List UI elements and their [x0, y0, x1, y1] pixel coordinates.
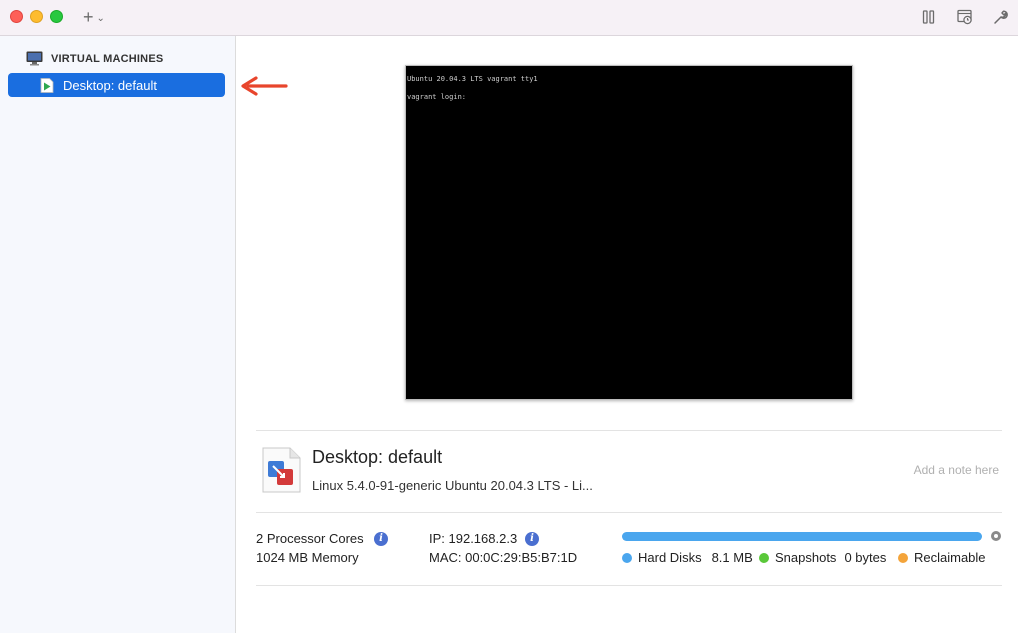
wrench-icon[interactable]: [991, 8, 1009, 26]
sidebar-item-desktop-default[interactable]: Desktop: default: [8, 73, 225, 97]
reclaimable-label: Reclaimable: [914, 550, 986, 565]
vm-os-description: Linux 5.4.0-91-generic Ubuntu 20.04.3 LT…: [312, 478, 593, 493]
pause-icon[interactable]: [920, 8, 938, 26]
close-window-button[interactable]: [10, 10, 23, 23]
console-line: vagrant login:: [407, 93, 467, 101]
divider: [256, 430, 1002, 431]
cpu-info-icon[interactable]: i: [374, 532, 388, 546]
vm-name: Desktop: default: [312, 447, 443, 467]
divider: [256, 585, 1002, 586]
storage-settings-icon[interactable]: [991, 531, 1001, 541]
window-titlebar: + ⌄: [0, 0, 1018, 36]
snapshot-icon[interactable]: [956, 8, 974, 26]
ip-address: IP: 192.168.2.3: [429, 531, 518, 546]
snapshots-dot: [759, 552, 769, 563]
virtual-machines-label: VIRTUAL MACHINES: [51, 52, 164, 65]
legend-reclaimable: Reclaimable: [898, 550, 986, 565]
hard-disks-label: Hard Disks: [638, 550, 702, 565]
pointer-arrow-icon: [241, 76, 288, 96]
snapshots-value: 0 bytes: [844, 550, 887, 565]
hard-disks-dot: [622, 552, 632, 563]
add-vm-button[interactable]: + ⌄: [83, 7, 105, 27]
legend-hard-disks: Hard Disks 8.1 MB: [622, 550, 753, 565]
zoom-window-button[interactable]: [50, 10, 63, 23]
snapshots-label: Snapshots: [775, 550, 837, 565]
sidebar: VIRTUAL MACHINES Desktop: default: [0, 36, 236, 633]
vm-document-icon: [262, 447, 301, 493]
monitor-icon: [26, 51, 43, 66]
virtual-machines-header: VIRTUAL MACHINES: [26, 51, 163, 66]
network-info-icon[interactable]: i: [525, 532, 539, 546]
plus-icon: +: [83, 6, 94, 27]
vm-console-preview[interactable]: Ubuntu 20.04.3 LTS vagrant tty1 vagrant …: [405, 65, 853, 400]
mac-address: MAC: 00:0C:29:B5:B7:1D: [429, 550, 578, 565]
legend-snapshots: Snapshots 0 bytes: [759, 550, 886, 565]
sidebar-item-label: Desktop: default: [63, 77, 157, 93]
memory: 1024 MB Memory: [256, 550, 359, 565]
reclaimable-dot: [898, 552, 908, 563]
hard-disks-value: 8.1 MB: [711, 550, 753, 565]
add-note-field[interactable]: Add a note here: [914, 463, 999, 477]
processor-cores: 2 Processor Cores: [256, 531, 364, 546]
divider: [256, 512, 1002, 513]
minimize-window-button[interactable]: [30, 10, 43, 23]
chevron-down-icon: ⌄: [96, 12, 105, 24]
storage-usage-bar: [622, 532, 982, 541]
vm-running-icon: [40, 77, 54, 93]
console-line: Ubuntu 20.04.3 LTS vagrant tty1: [407, 75, 538, 83]
